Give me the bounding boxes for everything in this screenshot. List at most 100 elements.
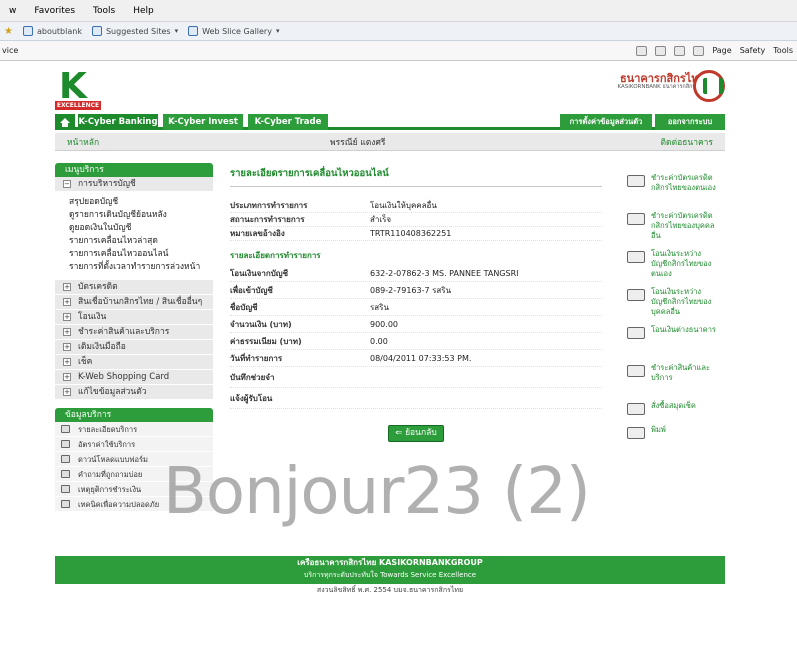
favorites-bar: ★ aboutblank Suggested Sites ▾ Web Slice… <box>0 22 797 41</box>
printer-icon <box>627 427 645 439</box>
footer: เครือธนาคารกสิกรไทย KASIKORNBANKGROUP บร… <box>55 556 725 584</box>
bank-transfer-icon <box>627 327 645 339</box>
sidebar-section-edit-profile[interactable]: + แก้ไขข้อมูลส่วนตัว <box>55 385 213 400</box>
bank-subtitle: KASIKORNBANK ธนาคารกสิกรไทย <box>617 84 705 90</box>
expand-icon: + <box>63 313 71 321</box>
detail-section-title: รายละเอียดการทำรายการ <box>230 251 321 260</box>
sidebar-section-account-management[interactable]: − การบริหารบัญชี <box>55 177 213 192</box>
star-icon: ★ <box>4 25 13 37</box>
quick-links: ชำระค่าบัตรเครดิตกสิกรไทยของตนเอง ชำระค่… <box>627 173 717 449</box>
page-icon <box>91 26 102 36</box>
money-transfer-icon <box>627 251 645 263</box>
detail-row-amount: จำนวนเงิน (บาท) 900.00 <box>230 316 602 333</box>
detail-row-date: วันที่ทำรายการ 08/04/2011 07:33:53 PM. <box>230 350 602 367</box>
quick-link-bill-payment[interactable]: ชำระค่าสินค้าและบริการ <box>627 363 717 401</box>
lock-icon <box>61 500 70 508</box>
page-menu[interactable]: Page <box>712 46 731 55</box>
quick-link-print[interactable]: พิมพ์ <box>627 425 717 449</box>
tools-menu[interactable]: Tools <box>773 46 793 55</box>
quick-link-pay-other-card[interactable]: ชำระค่าบัตรเครดิตกสิกรไทยของบุคคลอื่น <box>627 211 717 249</box>
sidebar-help-title: ข้อมูลบริการ <box>55 408 213 422</box>
quick-link-transfer-own[interactable]: โอนเงินระหว่างบัญชีกสิกรไทยของตนเอง <box>627 249 717 287</box>
browser-tab[interactable]: vice <box>0 46 480 55</box>
credit-card-icon <box>627 175 645 187</box>
tab-k-cyber-trade[interactable]: K-Cyber Trade <box>248 114 328 130</box>
expand-icon: + <box>63 328 71 336</box>
sidebar-section-cheque[interactable]: + เช็ค <box>55 355 213 370</box>
user-name: พรรณีย์ แตงศรี <box>330 137 386 148</box>
contact-bank-link[interactable]: ติดต่อธนาคาร <box>661 135 713 149</box>
sidebar-item-balance[interactable]: ดูยอดเงินในบัญชี <box>55 222 213 235</box>
page-content: K EXCELLENCE ธนาคารกสิกรไทย KASIKORNBANK… <box>0 61 797 649</box>
chevron-down-icon: ▾ <box>174 27 179 35</box>
personal-settings-button[interactable]: การตั้งค่าข้อมูลส่วนตัว <box>560 114 652 130</box>
favorite-aboutblank[interactable]: aboutblank <box>22 26 82 36</box>
bank-emblem-icon <box>693 70 725 102</box>
menu-item-tools[interactable]: Tools <box>84 6 124 16</box>
sidebar-section-bill-payment[interactable]: + ชำระค่าสินค้าและบริการ <box>55 325 213 340</box>
page-title: รายละเอียดรายการเคลื่อนไหวออนไลน์ <box>230 166 602 187</box>
arrow-left-icon: ⇐ <box>395 428 406 438</box>
info-row-status: สถานะการทำรายการ สำเร็จ <box>230 213 602 227</box>
expand-icon: + <box>63 343 71 351</box>
chevron-down-icon: ▾ <box>275 27 280 35</box>
sidebar-item-latest-movements[interactable]: รายการเคลื่อนไหวล่าสุด <box>55 235 213 248</box>
info-row-transaction-type: ประเภทการทำรายการ โอนเงินให้บุคคลอื่น <box>230 199 602 213</box>
sidebar-item-statement-history[interactable]: ดูรายการเดินบัญชีย้อนหลัง <box>55 209 213 222</box>
safety-menu[interactable]: Safety <box>740 46 766 55</box>
help-service-details[interactable]: รายละเอียดบริการ <box>55 422 213 437</box>
home-icon[interactable] <box>55 114 75 130</box>
sidebar-item-account-summary[interactable]: สรุปยอดบัญชี <box>55 196 213 209</box>
logout-button[interactable]: ออกจากระบบ <box>655 114 725 130</box>
tab-k-cyber-invest[interactable]: K-Cyber Invest <box>163 114 243 130</box>
collapse-icon: − <box>63 180 71 188</box>
warning-icon <box>61 485 70 493</box>
home-icon[interactable] <box>636 45 648 56</box>
detail-row-account-name: ชื่อบัญชี รสริน <box>230 299 602 316</box>
watermark-text: Bonjour23 (2) <box>163 455 591 529</box>
sidebar-section-transfer[interactable]: + โอนเงิน <box>55 310 213 325</box>
print-icon[interactable] <box>693 45 705 56</box>
expand-icon: + <box>63 283 71 291</box>
menu-item-favorites[interactable]: Favorites <box>25 6 84 16</box>
expand-icon: + <box>63 388 71 396</box>
quick-link-transfer-other[interactable]: โอนเงินระหว่างบัญชีกสิกรไทยของบุคคลอื่น <box>627 287 717 325</box>
menu-item-help[interactable]: Help <box>124 6 163 16</box>
command-bar: vice Page Safety Tools <box>0 41 797 61</box>
tab-k-cyber-banking[interactable]: K-Cyber Banking <box>78 114 158 130</box>
favorite-web-slice-gallery[interactable]: Web Slice Gallery ▾ <box>188 26 279 36</box>
money-transfer-icon <box>627 289 645 301</box>
k-excellence-logo[interactable]: K EXCELLENCE <box>55 69 101 111</box>
chequebook-icon <box>627 403 645 415</box>
sidebar-section-loans[interactable]: + สินเชื่อบ้านกสิกรไทย / สินเชื่ออื่นๆ <box>55 295 213 310</box>
sidebar-section-mobile-topup[interactable]: + เติมเงินมือถือ <box>55 340 213 355</box>
sidebar-section-web-shopping-card[interactable]: + K-Web Shopping Card <box>55 370 213 385</box>
document-icon <box>61 455 70 463</box>
calculator-icon <box>61 440 70 448</box>
copyright: สงวนลิขสิทธิ์ พ.ศ. 2554 บมจ.ธนาคารกสิกรไ… <box>316 586 464 594</box>
credit-card-icon <box>627 213 645 225</box>
home-link[interactable]: หน้าหลัก <box>67 135 99 149</box>
quick-link-interbank-transfer[interactable]: โอนเงินต่างธนาคาร <box>627 325 717 363</box>
sidebar-item-online-movements[interactable]: รายการเคลื่อนไหวออนไลน์ <box>55 248 213 261</box>
favorite-suggested-sites[interactable]: Suggested Sites ▾ <box>91 26 179 36</box>
info-row-reference: หมายเลขอ้างอิง TRTR110408362251 <box>230 227 602 241</box>
bill-payment-icon <box>627 365 645 377</box>
expand-icon: + <box>63 373 71 381</box>
expand-icon: + <box>63 358 71 366</box>
feeds-icon[interactable] <box>655 45 667 56</box>
help-service-fees[interactable]: อัตราค่าใช้บริการ <box>55 437 213 452</box>
mail-icon[interactable] <box>674 45 686 56</box>
detail-row-memo: บันทึกช่วยจำ <box>230 367 602 388</box>
favorites-star[interactable]: ★ <box>4 26 13 37</box>
sidebar-section-credit-card[interactable]: + บัตรเครดิต <box>55 280 213 295</box>
question-icon <box>61 470 70 478</box>
quick-link-pay-own-card[interactable]: ชำระค่าบัตรเครดิตกสิกรไทยของตนเอง <box>627 173 717 211</box>
detail-row-from-account: โอนเงินจากบัญชี 632-2-07862-3 MS. PANNEE … <box>230 265 602 282</box>
footer-slogan: บริการทุกระดับประทับใจ Towards Service E… <box>303 571 477 579</box>
browser-menubar: w Favorites Tools Help <box>0 0 797 22</box>
sidebar-item-scheduled-transactions[interactable]: รายการที่ตั้งเวลาทำรายการล่วงหน้า <box>55 261 213 274</box>
back-button[interactable]: ⇐ ย้อนกลับ <box>388 425 444 442</box>
quick-link-order-cheque[interactable]: สั่งซื้อสมุดเช็ค <box>627 401 717 425</box>
menu-item[interactable]: w <box>0 6 25 16</box>
